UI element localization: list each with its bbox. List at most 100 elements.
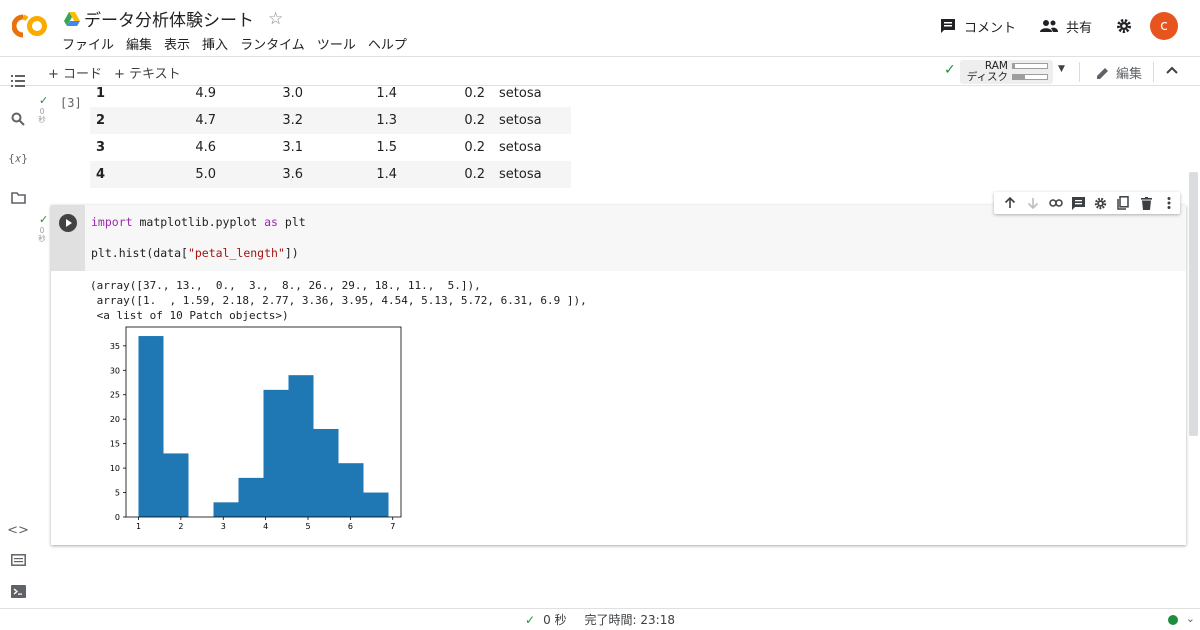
status-bar: ✓ 0 秒 完了時間: 23:18 ⌄	[0, 608, 1200, 630]
table-cell: 4.6	[195, 140, 216, 155]
table-cell: 3.0	[282, 86, 303, 101]
table-cell: 4.7	[195, 113, 216, 128]
code-line: plt.hist(data["petal_length"])	[91, 246, 299, 260]
comment-label: コメント	[963, 20, 1016, 36]
y-tick-label: 30	[110, 366, 120, 375]
histogram-bar	[288, 375, 314, 517]
check-icon: ✓	[944, 62, 956, 78]
y-tick-label: 0	[115, 513, 120, 522]
chevron-down-icon[interactable]: ▼	[1058, 64, 1065, 74]
x-tick-label: 4	[263, 522, 268, 531]
table-cell: setosa	[499, 140, 542, 155]
exec-time: 0秒	[38, 226, 46, 243]
table-cell: 2	[96, 113, 106, 128]
executed-check-icon: ✓	[39, 213, 49, 226]
table-cell: 5.0	[195, 167, 216, 182]
x-tick-label: 6	[348, 522, 353, 531]
y-tick-label: 20	[110, 415, 120, 424]
variables-icon[interactable]: {𝑥}	[8, 150, 28, 168]
table-cell: 4.9	[195, 86, 216, 101]
left-sidebar: {𝑥} <>	[0, 56, 36, 608]
scrollbar[interactable]	[1189, 172, 1198, 436]
dataframe-table: 1 4.9 3.0 1.4 0.2 setosa 2 4.7 3.2 1.3 0.2 setosa 3 4…	[90, 80, 571, 188]
menu-edit[interactable]: 編集	[124, 34, 154, 53]
table-cell: 4	[96, 167, 106, 182]
x-tick-label: 7	[390, 522, 395, 531]
executed-check-icon: ✓	[39, 94, 49, 107]
move-down-icon[interactable]	[1022, 192, 1045, 214]
edit-label: 編集	[1116, 67, 1143, 82]
y-tick-label: 35	[110, 342, 120, 351]
elapsed-time: 0 秒	[543, 613, 567, 627]
code-snippets-icon[interactable]: <>	[7, 521, 29, 539]
table-row: 1 4.9 3.0 1.4 0.2 setosa	[90, 80, 571, 107]
doc-title[interactable]: データ分析体験シート	[84, 6, 254, 31]
cell-toolbar	[994, 192, 1180, 214]
comment-button[interactable]: コメント	[940, 17, 1016, 36]
disk-label: ディスク	[966, 71, 1008, 83]
link-icon[interactable]	[1044, 192, 1067, 214]
table-cell: setosa	[499, 86, 542, 101]
mirror-cell-icon[interactable]	[1112, 192, 1135, 214]
delete-icon[interactable]	[1135, 192, 1158, 214]
menu-runtime[interactable]: ランタイム	[238, 34, 307, 53]
histogram-chart: 1 2 3 4 5 6 7 0 5 10 15 20 25 30 35	[110, 326, 402, 531]
table-cell: 0.2	[464, 167, 485, 182]
y-tick-label: 10	[110, 464, 120, 473]
output-text: array([1. , 1.59, 2.18, 2.77, 3.36, 3.95…	[90, 294, 587, 307]
code-editor[interactable]: import matplotlib.pyplot as plt plt.hist…	[51, 205, 1186, 271]
table-cell: 0.2	[464, 113, 485, 128]
avatar[interactable]: c	[1150, 12, 1178, 40]
disk-bar	[1012, 74, 1048, 80]
share-button[interactable]: 共有	[1039, 17, 1092, 36]
star-icon[interactable]: ☆	[268, 9, 283, 29]
chevron-down-icon[interactable]: ⌄	[1186, 612, 1195, 625]
code-cell[interactable]: import matplotlib.pyplot as plt plt.hist…	[51, 205, 1186, 545]
histogram-bar	[138, 336, 164, 517]
x-tick-label: 3	[221, 522, 226, 531]
table-cell: 3.1	[282, 140, 303, 155]
x-tick-label: 5	[305, 522, 310, 531]
table-cell: 1.4	[376, 167, 397, 182]
x-tick-label: 1	[136, 522, 141, 531]
table-cell: 0.2	[464, 86, 485, 101]
menu-file[interactable]: ファイル	[60, 34, 116, 53]
top-bar: データ分析体験シート ☆ ファイル 編集 表示 挿入 ランタイム ツール ヘルプ…	[0, 0, 1200, 56]
gear-icon[interactable]	[1090, 192, 1113, 214]
toc-icon[interactable]	[9, 72, 27, 90]
folder-icon[interactable]	[9, 189, 27, 207]
status-dot	[1168, 615, 1178, 625]
menu-help[interactable]: ヘルプ	[366, 34, 409, 53]
people-icon	[1039, 20, 1058, 32]
cell-gutter	[51, 205, 85, 271]
edit-button[interactable]: 編集	[1096, 63, 1142, 82]
more-options-icon[interactable]	[1157, 192, 1180, 214]
resource-monitor[interactable]: RAM ディスク	[960, 60, 1053, 84]
histogram-bar	[263, 389, 289, 517]
y-tick-label: 15	[110, 440, 120, 449]
settings-button[interactable]	[1116, 18, 1132, 34]
comment-icon[interactable]	[1067, 192, 1090, 214]
histogram-bar	[338, 463, 364, 517]
command-palette-icon[interactable]	[9, 551, 27, 569]
collapse-icon[interactable]	[1166, 66, 1178, 74]
exec-time: 0秒	[38, 107, 46, 124]
run-cell-button[interactable]	[59, 214, 77, 232]
gear-icon	[1117, 19, 1131, 33]
table-row: 3 4.6 3.1 1.5 0.2 setosa	[90, 134, 571, 161]
move-up-icon[interactable]	[999, 192, 1022, 214]
menu-view[interactable]: 表示	[162, 34, 192, 53]
table-cell: 1.4	[376, 86, 397, 101]
menu-tools[interactable]: ツール	[315, 34, 358, 53]
pencil-icon	[1097, 67, 1108, 79]
output-text: <a list of 10 Patch objects>)	[90, 309, 289, 322]
terminal-icon[interactable]	[9, 582, 27, 600]
y-tick-label: 25	[110, 391, 120, 400]
table-row: 2 4.7 3.2 1.3 0.2 setosa	[90, 107, 571, 134]
search-icon[interactable]	[9, 110, 27, 128]
code-line: import matplotlib.pyplot as plt	[91, 215, 306, 229]
menu-insert[interactable]: 挿入	[200, 34, 230, 53]
colab-logo[interactable]	[12, 12, 48, 40]
histogram-bar	[163, 453, 189, 517]
comment-icon	[940, 19, 955, 33]
